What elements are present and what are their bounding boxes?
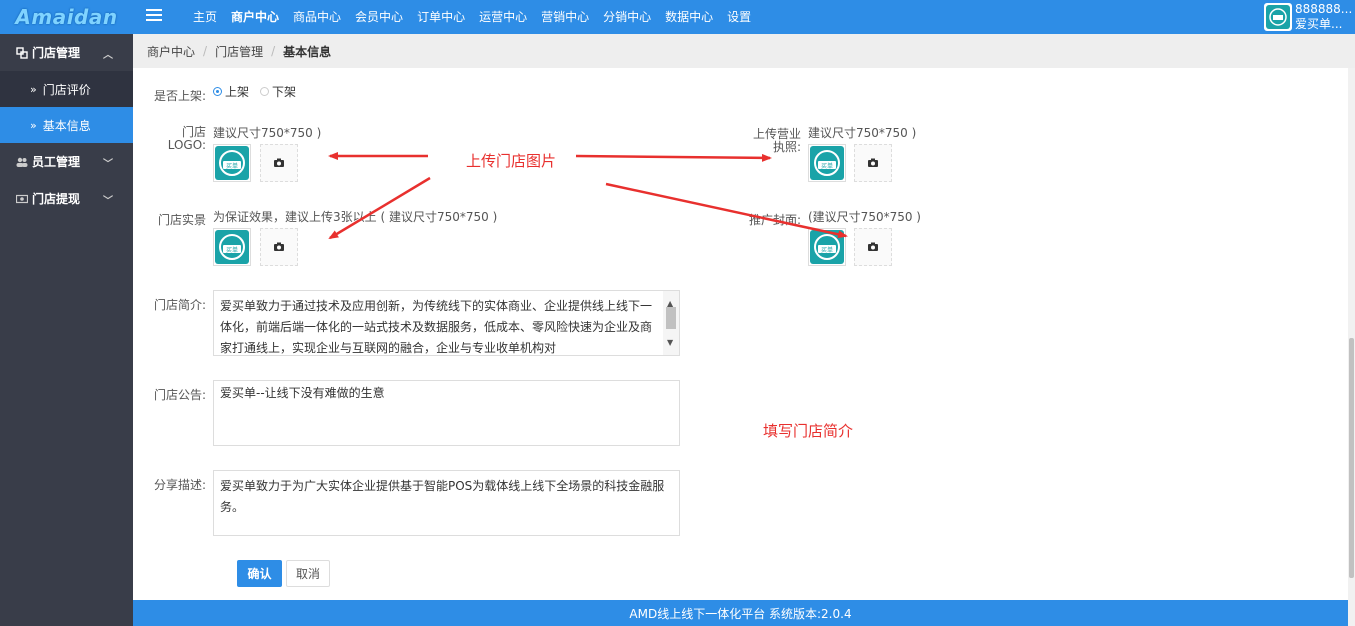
- chevron-down-icon: ﹀: [103, 159, 113, 170]
- breadcrumb: 商户中心 / 门店管理 / 基本信息: [133, 34, 1355, 68]
- nav-item[interactable]: 数据中心: [658, 0, 720, 34]
- license-hint: 建议尺寸750*750 ): [808, 126, 917, 140]
- svg-text:买单: 买单: [226, 162, 238, 170]
- logo-thumbnail[interactable]: 买单: [213, 144, 251, 182]
- notice-label: 门店公告:: [153, 388, 206, 402]
- sidebar: 门店管理 ︿ » 门店评价 » 基本信息 员工管理 ﹀ 门店提现 ﹀: [0, 34, 133, 626]
- notice-textarea[interactable]: 爱买单--让线下没有难做的生意: [213, 380, 680, 446]
- logo-upload-button[interactable]: [260, 144, 298, 182]
- user-menu[interactable]: 888888... 爱买单...: [1264, 0, 1355, 34]
- cover-label: 推广封面:: [748, 213, 801, 227]
- camera-icon: [868, 240, 878, 254]
- logo-text: Amaidan: [15, 5, 118, 29]
- sidebar-group-label: 门店管理: [32, 46, 81, 60]
- cover-hint: (建议尺寸750*750 ): [808, 210, 921, 224]
- sidebar-group-store[interactable]: 门店管理 ︿: [0, 34, 133, 71]
- camera-icon: [868, 156, 878, 170]
- sidebar-item-basic-info[interactable]: » 基本信息: [0, 107, 133, 143]
- scroll-down-icon[interactable]: ▼: [667, 332, 673, 353]
- license-thumbnail[interactable]: 买单: [808, 144, 846, 182]
- share-textarea[interactable]: 爱买单致力于为广大实体企业提供基于智能POS为载体线上线下全场景的科技金融服务。: [213, 470, 680, 536]
- radio-unchecked-icon: [260, 87, 269, 96]
- logo-label: 门店 LOGO:: [167, 125, 206, 152]
- svg-text:买单: 买单: [226, 246, 238, 254]
- cash-icon: [16, 193, 28, 205]
- user-name: 爱买单...: [1295, 17, 1343, 31]
- breadcrumb-item[interactable]: 门店管理: [215, 43, 263, 60]
- nav-item[interactable]: 会员中心: [348, 0, 410, 34]
- intro-label: 门店简介:: [153, 298, 206, 312]
- top-nav: 主页 商户中心 商品中心 会员中心 订单中心 运营中心 营销中心 分销中心 数据中心 设置: [186, 0, 758, 34]
- listing-off-radio[interactable]: 下架: [260, 83, 296, 100]
- confirm-button[interactable]: 确认: [237, 560, 282, 587]
- listing-label: 是否上架:: [153, 89, 206, 103]
- double-arrow-icon: »: [30, 118, 37, 132]
- double-arrow-icon: »: [30, 82, 37, 96]
- cover-thumbnail[interactable]: 买单: [808, 228, 846, 266]
- license-label: 上传营业 执照:: [752, 127, 801, 154]
- avatar[interactable]: [1264, 3, 1292, 31]
- nav-item[interactable]: 主页: [186, 0, 224, 34]
- radio-checked-icon: [213, 87, 222, 96]
- page-scrollbar[interactable]: [1348, 68, 1355, 626]
- fill-annotation: 填写门店简介: [763, 422, 854, 440]
- chevron-down-icon: ﹀: [103, 196, 113, 207]
- users-icon: [16, 156, 28, 168]
- share-label: 分享描述:: [153, 478, 206, 492]
- sidebar-group-withdraw[interactable]: 门店提现 ﹀: [0, 180, 133, 217]
- sidebar-group-label: 员工管理: [32, 155, 81, 169]
- nav-item[interactable]: 商户中心: [224, 0, 286, 34]
- menu-toggle-icon[interactable]: [146, 9, 162, 23]
- form-area: 是否上架: 上架 下架 门店 LOGO: 建议尺寸750*750 ) 买单 上传…: [133, 68, 1348, 600]
- nav-item[interactable]: 订单中心: [410, 0, 472, 34]
- logo-hint: 建议尺寸750*750 ): [213, 126, 322, 140]
- footer: AMD线上线下一体化平台 系统版本:2.0.4: [133, 600, 1348, 626]
- license-upload-button[interactable]: [854, 144, 892, 182]
- cancel-button[interactable]: 取消: [286, 560, 330, 587]
- nav-item[interactable]: 设置: [720, 0, 758, 34]
- photos-thumbnail[interactable]: 买单: [213, 228, 251, 266]
- camera-icon: [274, 156, 284, 170]
- top-bar: Amaidan 主页 商户中心 商品中心 会员中心 订单中心 运营中心 营销中心 分销中心 数据…: [0, 0, 1355, 34]
- sidebar-group-label: 门店提现: [32, 192, 81, 206]
- sidebar-item-label: 门店评价: [42, 82, 91, 97]
- photos-label: 门店实景: [157, 213, 206, 227]
- brand-logo[interactable]: Amaidan: [0, 0, 133, 34]
- photos-upload-button[interactable]: [260, 228, 298, 266]
- sidebar-item-label: 基本信息: [42, 118, 91, 133]
- cover-upload-button[interactable]: [854, 228, 892, 266]
- svg-text:买单: 买单: [821, 246, 833, 254]
- breadcrumb-item[interactable]: 商户中心: [147, 43, 195, 60]
- nav-item[interactable]: 分销中心: [596, 0, 658, 34]
- camera-icon: [274, 240, 284, 254]
- nav-item[interactable]: 营销中心: [534, 0, 596, 34]
- chevron-up-icon: ︿: [103, 50, 113, 61]
- textarea-scrollbar[interactable]: ▲ ▼: [663, 291, 679, 355]
- nav-item[interactable]: 商品中心: [286, 0, 348, 34]
- nav-item[interactable]: 运营中心: [472, 0, 534, 34]
- svg-text:买单: 买单: [821, 162, 833, 170]
- sidebar-item-store-review[interactable]: » 门店评价: [0, 71, 133, 107]
- user-id: 888888...: [1295, 2, 1353, 16]
- listing-on-radio[interactable]: 上架: [213, 83, 249, 100]
- sidebar-group-staff[interactable]: 员工管理 ﹀: [0, 143, 133, 180]
- store-icon: [16, 46, 28, 59]
- upload-annotation: 上传门店图片: [466, 152, 557, 170]
- intro-textarea[interactable]: 爱买单致力于通过技术及应用创新，为传统线下的实体商业、企业提供线上线下一体化，前…: [213, 290, 680, 356]
- photos-hint: 为保证效果，建议上传3张以上 ( 建议尺寸750*750 ): [213, 210, 498, 224]
- breadcrumb-current: 基本信息: [283, 44, 332, 59]
